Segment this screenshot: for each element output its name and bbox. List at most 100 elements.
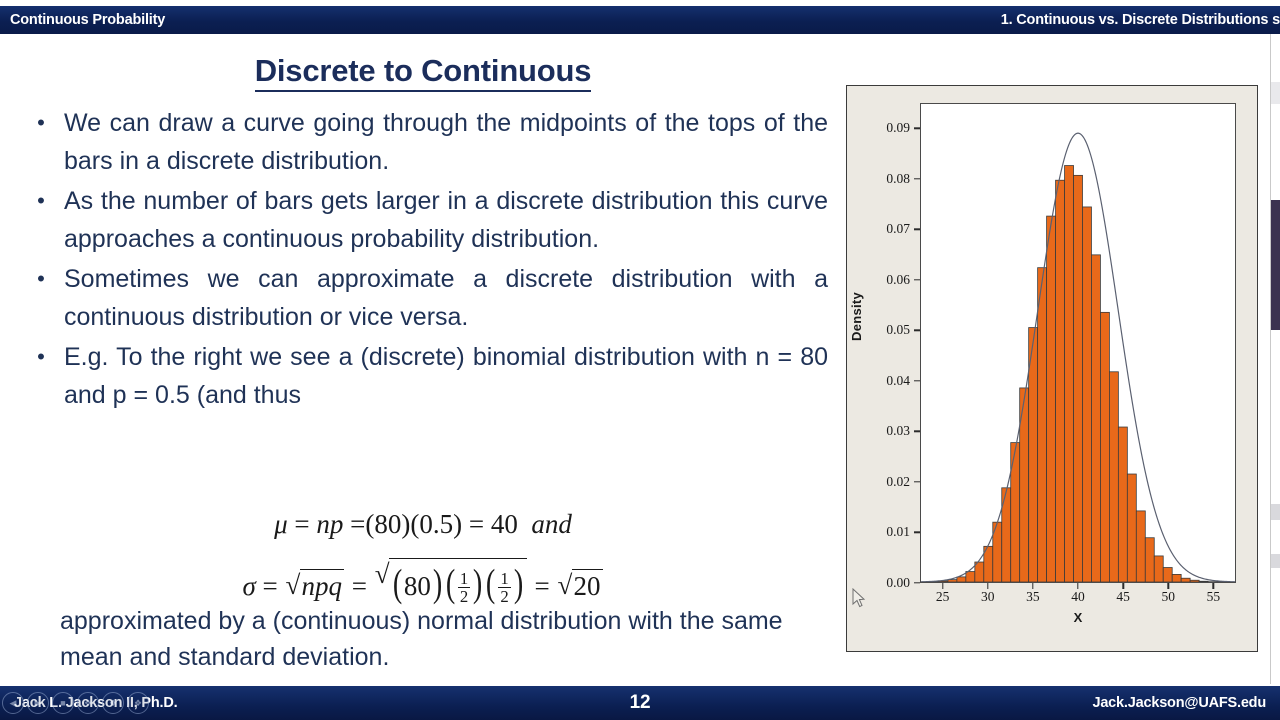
chart-y-tick-label: 0.08	[886, 170, 910, 186]
paren-open: (	[392, 561, 402, 605]
equation-sigma-n-value: 80	[403, 571, 431, 601]
chart-y-tick-label: 0.04	[886, 372, 910, 388]
equation-sigma-eq2: =	[351, 571, 368, 601]
sqrt-npq: √ npq	[286, 569, 345, 602]
fraction-numerator: 1	[457, 568, 471, 589]
radical-icon: √	[374, 558, 390, 589]
equation-mean-p-value: 0.5	[419, 509, 454, 539]
equation-mean-and: and	[531, 509, 572, 539]
page-title-text: Discrete to Continuous	[254, 53, 592, 92]
radical-icon: √	[285, 569, 301, 600]
chart-y-tick-label: 0.02	[886, 473, 910, 489]
chart-plot-area	[920, 103, 1236, 583]
sliver-block-2	[1271, 200, 1280, 330]
chart-x-tick-label: 35	[1026, 589, 1040, 604]
paren-close: )	[432, 561, 443, 605]
equation-sigma-symbol: σ	[242, 571, 256, 601]
chart-x-axis-label: X	[1073, 610, 1083, 625]
nav-control-button-2[interactable]: ▶	[27, 692, 49, 714]
equation-mean-np: np	[316, 509, 344, 539]
fraction-one-half: 12	[498, 568, 511, 606]
equation-sigma: σ = √ npq = √ (80)(1 2)(1 2) = √ 20	[18, 558, 828, 607]
equation-sigma-eq1: =	[262, 571, 278, 601]
chart-x-tick-mark	[1077, 583, 1079, 589]
chart-x-tick-mark	[987, 583, 989, 589]
bullet-dot-icon: •	[37, 188, 45, 213]
bullet-dot-icon: •	[37, 344, 45, 369]
chart-x-tick-label: 50	[1161, 589, 1176, 604]
sliver-block-4	[1271, 554, 1280, 568]
playback-nav-controls[interactable]: ◀ ▶ ■ ❖ ❖ ❖	[2, 692, 149, 714]
sqrt-expanded: √ (80)(1 2)(1 2)	[375, 558, 527, 607]
list-item-text: E.g. To the right we see a (discrete) bi…	[64, 343, 828, 409]
chart-x-tick-label: 40	[1071, 589, 1085, 604]
paren-close: )	[513, 561, 523, 605]
paren-close: )	[473, 561, 483, 605]
equation-mean-eq2: =	[350, 509, 366, 539]
chart-x-tick-mark	[941, 583, 944, 589]
list-item-text: Sometimes we can approximate a discrete …	[64, 265, 828, 331]
nav-control-button-6[interactable]: ❖	[127, 692, 149, 714]
closing-paragraph: approximated by a (continuous) normal di…	[60, 607, 783, 671]
nav-control-button-1[interactable]: ◀	[2, 692, 24, 714]
bullet-list: • We can draw a curve going through the …	[18, 104, 828, 416]
nav-control-button-3[interactable]: ■	[52, 692, 74, 714]
chart-y-tick-label: 0.07	[886, 221, 910, 237]
chart-x-tick-mark	[1212, 583, 1215, 589]
paren-open: (	[486, 561, 496, 605]
equation-mean-n-value: 80	[374, 509, 402, 539]
equation-mean-result: 40	[490, 509, 518, 539]
chart-x-tick-label: 30	[980, 589, 995, 604]
list-item-text: As the number of bars gets larger in a d…	[64, 187, 828, 253]
sqrt-twenty-body: 20	[571, 569, 603, 602]
histogram-chart: Density X 0.00 0.01 0.02 0.03 0.04 0.05 0.06 0.…	[846, 85, 1258, 652]
chart-x-tick-label: 55	[1206, 589, 1221, 604]
equation-sigma-npq: npq	[301, 571, 343, 601]
nav-control-button-4[interactable]: ❖	[77, 692, 99, 714]
sqrt-expanded-body: (80)(1 2)(1 2)	[388, 558, 527, 607]
list-item: • We can draw a curve going through the …	[18, 104, 828, 180]
sqrt-twenty: √ 20	[558, 569, 603, 602]
footer-page-number: 12	[629, 692, 651, 713]
list-item: • Sometimes we can approximate a discret…	[18, 260, 828, 336]
equation-sigma-eq3: =	[534, 571, 550, 601]
footer-email: Jack.Jackson@UAFS.edu	[1092, 695, 1266, 711]
chart-y-tick-label: 0.05	[886, 322, 910, 338]
equation-mean-mu: μ	[274, 509, 288, 539]
sqrt-npq-body: npq	[299, 569, 345, 602]
equation-mean-rparen2: )	[453, 509, 463, 539]
chart-y-tick-label: 0.00	[886, 575, 910, 590]
chart-x-tick-label: 45	[1116, 589, 1130, 604]
list-item: • As the number of bars gets larger in a…	[18, 182, 828, 258]
radical-icon: √	[557, 569, 573, 600]
chart-x-tick-mark	[1122, 583, 1124, 589]
slide-header-bar: Continuous Probability 1. Continuous vs.…	[0, 4, 1280, 34]
adjacent-panel-sliver	[1270, 34, 1280, 684]
sliver-block-1	[1271, 82, 1280, 104]
chart-y-tick-label: 0.06	[886, 271, 910, 287]
chart-y-tick-label: 0.03	[886, 423, 910, 439]
page-title: Discrete to Continuous	[0, 53, 846, 92]
equation-mean: μ = np =(80)(0.5) = 40 and	[18, 509, 828, 540]
header-course-title: Continuous Probability	[10, 12, 166, 28]
sliver-block-3	[1271, 504, 1280, 520]
presentation-slide: Continuous Probability 1. Continuous vs.…	[0, 0, 1280, 720]
bullet-dot-icon: •	[37, 266, 45, 291]
nav-control-button-5[interactable]: ❖	[102, 692, 124, 714]
list-item: • E.g. To the right we see a (discrete) …	[18, 338, 828, 414]
equation-sigma-result: 20	[573, 571, 601, 601]
chart-y-tick-label: 0.09	[886, 120, 910, 136]
fraction-numerator: 1	[498, 568, 511, 589]
chart-normal-curve	[921, 132, 1235, 582]
header-section-title: 1. Continuous vs. Discrete Distributions…	[1000, 12, 1280, 28]
bullet-dot-icon: •	[37, 110, 45, 135]
fraction-one-half: 12	[457, 568, 471, 606]
equation-mean-eq3: =	[468, 509, 485, 539]
chart-curve-path	[921, 132, 1235, 582]
chart-x-tick-label: 25	[935, 589, 950, 604]
chart-x-tick-mark	[1032, 583, 1034, 589]
chart-x-tick-mark	[1167, 583, 1169, 589]
equation-mean-eq1: =	[294, 509, 310, 539]
list-item-text: We can draw a curve going through the mi…	[64, 109, 828, 175]
chart-y-tick-label: 0.01	[886, 524, 910, 540]
